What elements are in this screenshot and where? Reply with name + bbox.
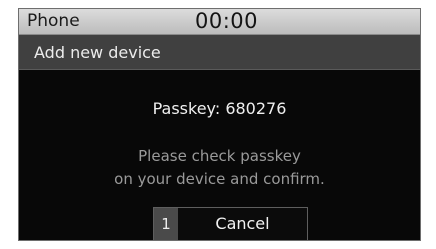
passkey-dialog: Passkey: 680276 Please check passkey on … <box>19 70 420 240</box>
infotainment-screen: Phone 00:00 Add new device Passkey: 6802… <box>18 8 421 241</box>
subheader: Add new device <box>19 35 420 70</box>
button-number-badge: 1 <box>154 208 178 240</box>
passkey-text: Passkey: 680276 <box>152 99 287 118</box>
app-title: Phone <box>27 11 80 31</box>
message-line-1: Please check passkey <box>138 147 301 165</box>
cancel-button[interactable]: Cancel <box>178 208 307 240</box>
clock: 00:00 <box>195 9 259 33</box>
confirm-message: Please check passkey on your device and … <box>19 145 420 191</box>
status-bar: Phone 00:00 <box>19 9 420 35</box>
message-line-2: on your device and confirm. <box>114 170 325 188</box>
cancel-button-group: 1 Cancel <box>153 207 308 240</box>
subheader-title: Add new device <box>34 43 161 62</box>
